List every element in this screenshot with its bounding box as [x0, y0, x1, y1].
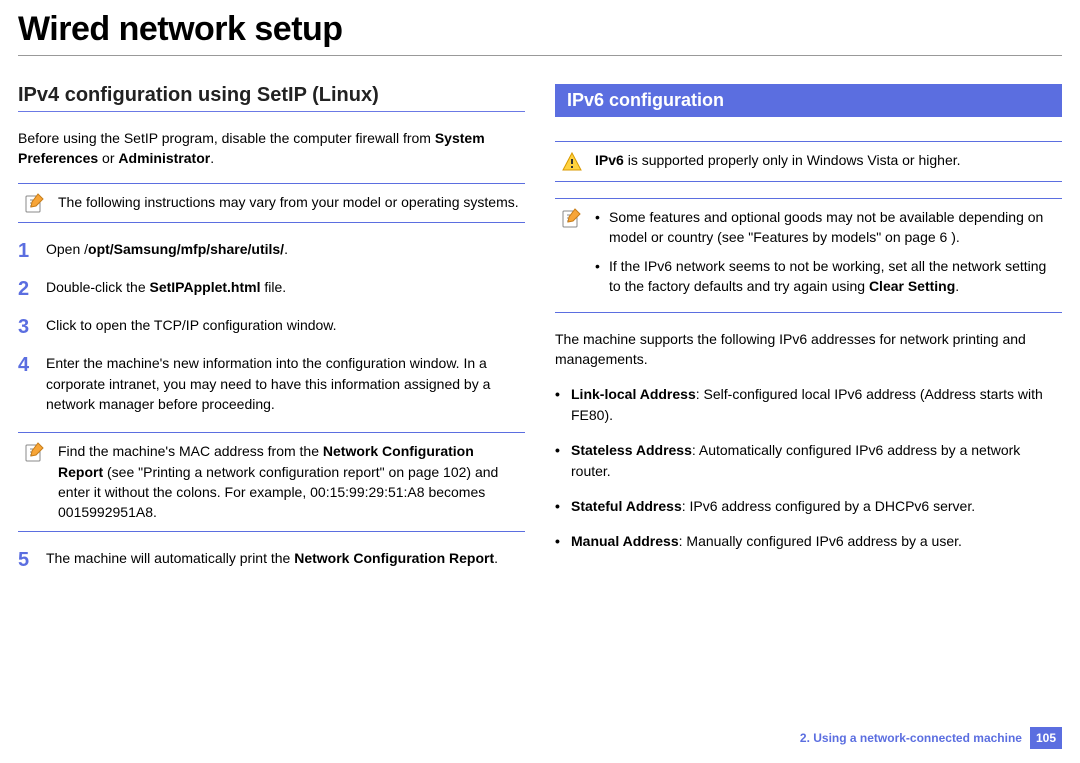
t: opt/Samsung/mfp/share/utils/ — [88, 241, 284, 257]
warn-text: IPv6 is supported properly only in Windo… — [595, 150, 1058, 170]
t: . — [494, 550, 498, 566]
t: The machine will automatically print the — [46, 550, 294, 566]
t: Administrator — [118, 150, 210, 166]
t: file. — [260, 279, 286, 295]
t: . — [284, 241, 288, 257]
ipv6-address-list: Link-local Address: Self-configured loca… — [555, 384, 1062, 552]
t: Manual Address — [571, 533, 679, 549]
note-vary: The following instructions may vary from… — [18, 183, 525, 223]
note-icon — [22, 192, 48, 214]
step-2: Double-click the SetIPApplet.html file. — [18, 277, 525, 297]
t: SetIPApplet.html — [150, 279, 261, 295]
t: : IPv6 address configured by a DHCPv6 se… — [682, 498, 975, 514]
t: (see "Printing a network configuration r… — [58, 464, 498, 521]
t: : Manually configured IPv6 address by a … — [679, 533, 962, 549]
t: or — [98, 150, 118, 166]
page-number: 105 — [1030, 727, 1062, 749]
step-1: Open /opt/Samsung/mfp/share/utils/. — [18, 239, 525, 259]
t: Network Configuration Report — [294, 550, 494, 566]
warning-icon — [559, 150, 585, 173]
list-item: Link-local Address: Self-configured loca… — [555, 384, 1062, 426]
ipv6-warn: IPv6 is supported properly only in Windo… — [555, 141, 1062, 182]
note-item: Some features and optional goods may not… — [595, 207, 1058, 248]
t: If the IPv6 network seems to not be work… — [609, 258, 1046, 294]
list-item: Stateful Address: IPv6 address configure… — [555, 496, 1062, 517]
ipv6-banner: IPv6 configuration — [555, 84, 1062, 117]
step-5: The machine will automatically print the… — [18, 548, 525, 568]
t: is supported properly only in Windows Vi… — [624, 152, 961, 168]
t: . — [955, 278, 959, 294]
content-columns: IPv4 configuration using SetIP (Linux) B… — [18, 84, 1062, 586]
note-mac: Find the machine's MAC address from the … — [18, 432, 525, 531]
t: Link-local Address — [571, 386, 696, 402]
left-column: IPv4 configuration using SetIP (Linux) B… — [18, 84, 525, 586]
page-title: Wired network setup — [18, 10, 1062, 56]
t: Stateless Address — [571, 442, 692, 458]
list-item: Manual Address: Manually configured IPv6… — [555, 531, 1062, 552]
page-footer: 2. Using a network-connected machine 105 — [800, 727, 1062, 749]
ipv6-para: The machine supports the following IPv6 … — [555, 329, 1062, 370]
setip-steps-cont: The machine will automatically print the… — [18, 548, 525, 568]
list-item: Stateless Address: Automatically configu… — [555, 440, 1062, 482]
setip-steps: Open /opt/Samsung/mfp/share/utils/. Doub… — [18, 239, 525, 415]
t: Double-click the — [46, 279, 150, 295]
right-column: IPv6 configuration IPv6 is supported pro… — [555, 84, 1062, 586]
t: Stateful Address — [571, 498, 682, 514]
ipv4-intro: Before using the SetIP program, disable … — [18, 128, 525, 169]
note-item: If the IPv6 network seems to not be work… — [595, 256, 1058, 297]
step-4: Enter the machine's new information into… — [18, 353, 525, 414]
t: . — [210, 150, 214, 166]
ipv6-note: Some features and optional goods may not… — [555, 198, 1062, 313]
note-text: Find the machine's MAC address from the … — [58, 441, 521, 522]
ipv4-heading: IPv4 configuration using SetIP (Linux) — [18, 84, 525, 112]
t: Open / — [46, 241, 88, 257]
t: IPv6 — [595, 152, 624, 168]
t: Find the machine's MAC address from the — [58, 443, 323, 459]
note-text: Some features and optional goods may not… — [595, 207, 1058, 304]
note-text: The following instructions may vary from… — [58, 192, 521, 212]
note-icon — [559, 207, 585, 229]
note-icon — [22, 441, 48, 463]
chapter-label: 2. Using a network-connected machine — [800, 731, 1022, 745]
step-3: Click to open the TCP/IP configuration w… — [18, 315, 525, 335]
t: Clear Setting — [869, 278, 955, 294]
t: Before using the SetIP program, disable … — [18, 130, 435, 146]
